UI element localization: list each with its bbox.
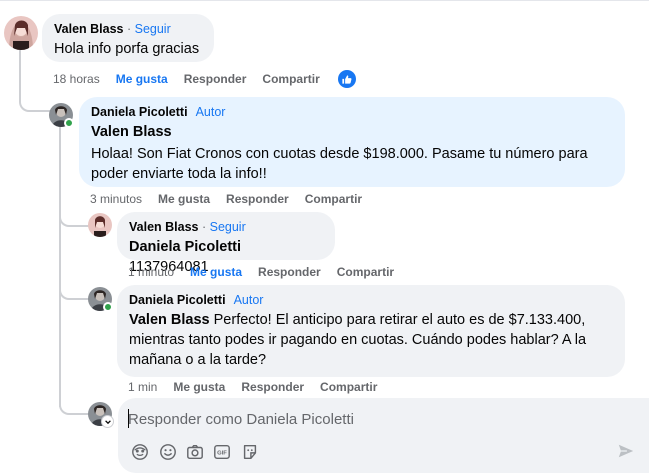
reply-input[interactable] [128,408,608,430]
follow-button[interactable]: Seguir [135,22,171,36]
mention-link[interactable]: Valen Blass [91,124,172,140]
camera-icon[interactable] [185,442,205,462]
share-button[interactable]: Compartir [262,72,319,86]
like-button[interactable]: Me gusta [116,72,168,86]
sticker-icon[interactable] [240,442,260,462]
profile-switch-chevron-icon[interactable] [101,415,114,428]
send-icon[interactable] [617,442,637,462]
thread-curve-reply3 [59,280,89,300]
comment-time[interactable]: 1 min [128,380,157,394]
mention-link[interactable]: Daniela Picoletti [129,239,241,255]
comment-time[interactable]: 18 horas [53,72,100,86]
reply-composer: GIF [118,398,649,473]
thread-line-branch [59,127,61,407]
share-button[interactable]: Compartir [337,265,394,279]
comment-text: Holaa! Son Fiat Cronos con cuotas desde … [91,146,588,182]
comment-actions-4: 1 min Me gusta Responder Compartir [128,378,393,396]
online-status-dot [64,118,74,128]
emoji-icon[interactable] [158,442,178,462]
comment-author[interactable]: Daniela Picoletti [91,105,188,119]
comment-actions-3: 1 minuto Me gusta Responder Compartir [128,263,410,281]
comment-time[interactable]: 1 minuto [128,265,174,279]
comment-author[interactable]: Valen Blass [54,22,124,36]
top-divider [0,0,649,1]
comment-time[interactable]: 3 minutos [90,192,142,206]
thread-line-root [19,50,21,92]
comment-actions-2: 3 minutos Me gusta Responder Compartir [90,190,378,208]
share-button[interactable]: Compartir [305,192,362,206]
avatar-valen[interactable] [4,16,38,50]
thread-curve-reply1 [19,88,51,112]
reply-button[interactable]: Responder [226,192,289,206]
reply-button[interactable]: Responder [241,380,304,394]
like-button[interactable]: Me gusta [190,265,242,279]
share-button[interactable]: Compartir [320,380,377,394]
like-button[interactable]: Me gusta [173,380,225,394]
follow-button[interactable]: Seguir [210,220,246,234]
avatar-sticker-icon[interactable] [130,442,150,462]
thread-curve-reply2 [59,205,89,227]
mention-link[interactable]: Valen Blass [129,312,210,328]
like-reaction-icon[interactable] [337,70,356,88]
comment-author[interactable]: Daniela Picoletti [129,293,226,307]
avatar-valen[interactable] [88,213,112,237]
comment-author[interactable]: Valen Blass [129,220,199,234]
reply-button[interactable]: Responder [258,265,321,279]
like-button[interactable]: Me gusta [158,192,210,206]
gif-icon[interactable]: GIF [212,442,232,462]
reply-button[interactable]: Responder [184,72,247,86]
author-badge: Autor [195,105,226,119]
comment-bubble-4: Daniela Picoletti Autor Valen Blass Perfe… [117,285,625,377]
svg-text:GIF: GIF [217,451,227,457]
comment-bubble-1: Valen Blass · Seguir Hola info porfa gra… [42,14,214,62]
author-badge: Autor [233,293,264,307]
comment-text: Hola info porfa gracias [54,41,200,57]
comment-bubble-2: Daniela Picoletti Autor Valen Blass Holaa… [79,97,625,187]
thread-curve-composer [59,395,89,415]
online-status-dot [103,302,113,312]
comment-bubble-3: Valen Blass · Seguir Daniela Picoletti 1… [117,212,335,275]
comment-actions-1: 18 horas Me gusta Responder Compartir [53,70,356,88]
